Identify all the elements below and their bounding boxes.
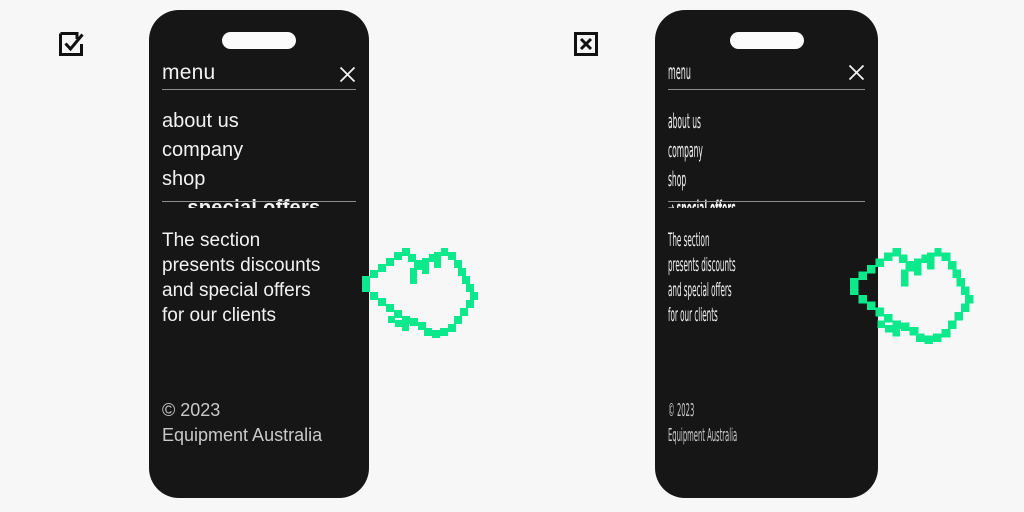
menu-footer: © 2023 Equipment Australia: [162, 398, 322, 448]
company-name-line: Equipment Australia: [668, 425, 738, 446]
nav-item-about-us[interactable]: about us: [162, 107, 356, 136]
description-line: presents discounts: [668, 254, 736, 276]
menu-title: menu: [162, 61, 216, 84]
copyright-line: © 2023: [162, 400, 221, 420]
menu-nav-clip: about us company shop → special offers: [668, 107, 865, 208]
menu-header: menu: [668, 62, 865, 90]
description-line: and special offers: [162, 280, 311, 301]
menu-footer: © 2023 Equipment Australia: [668, 398, 878, 448]
nav-item-company[interactable]: company: [668, 136, 865, 165]
menu-nav-clip: about us company shop → special offers: [162, 107, 356, 208]
menu-screen: menu about us company shop → special offe…: [655, 62, 878, 498]
nav-item-about-us[interactable]: about us: [668, 107, 865, 136]
phone-mockup-default: menu about us company shop → special offe…: [149, 10, 369, 498]
correct-marker: [57, 30, 85, 58]
description-line: presents discounts: [162, 255, 321, 276]
menu-title: menu: [668, 60, 692, 84]
pixel-pointing-hand-cursor: [362, 248, 482, 353]
section-description: The section presents discounts and speci…: [668, 228, 865, 328]
menu-nav-list: about us company shop → special offers: [668, 107, 865, 208]
description-line: The section: [668, 229, 710, 251]
description-line: The section: [162, 230, 261, 251]
phone-speaker-notch: [729, 32, 804, 49]
arrow-right-icon: →: [668, 196, 675, 208]
incorrect-marker: [572, 30, 600, 58]
menu-nav-list: about us company shop → special offers: [162, 107, 356, 208]
nav-divider: [668, 201, 865, 202]
description-line: and special offers: [668, 279, 732, 301]
description-line: for our clients: [162, 305, 277, 326]
nav-item-shop[interactable]: shop: [162, 165, 356, 194]
checkbox-checked-icon: [57, 30, 85, 58]
close-x-icon[interactable]: [848, 64, 865, 81]
close-x-icon[interactable]: [339, 66, 356, 83]
nav-item-special-offers-label: special offers: [187, 197, 321, 208]
nav-item-shop[interactable]: shop: [668, 165, 865, 194]
menu-screen: menu about us company shop → special offe…: [149, 62, 369, 498]
arrow-right-icon: →: [162, 197, 183, 208]
menu-header: menu: [162, 62, 356, 90]
phone-mockup-condensed: menu about us company shop → special offe…: [655, 10, 878, 498]
phone-speaker-notch: [222, 32, 296, 49]
description-line: for our clients: [668, 304, 718, 326]
section-description: The section presents discounts and speci…: [162, 228, 356, 328]
company-name-line: Equipment Australia: [162, 425, 323, 445]
nav-divider: [162, 201, 356, 202]
nav-item-special-offers-label: special offers: [676, 196, 736, 208]
nav-item-company[interactable]: company: [162, 136, 356, 165]
checkbox-crossed-icon: [572, 30, 600, 58]
copyright-line: © 2023: [668, 400, 695, 421]
